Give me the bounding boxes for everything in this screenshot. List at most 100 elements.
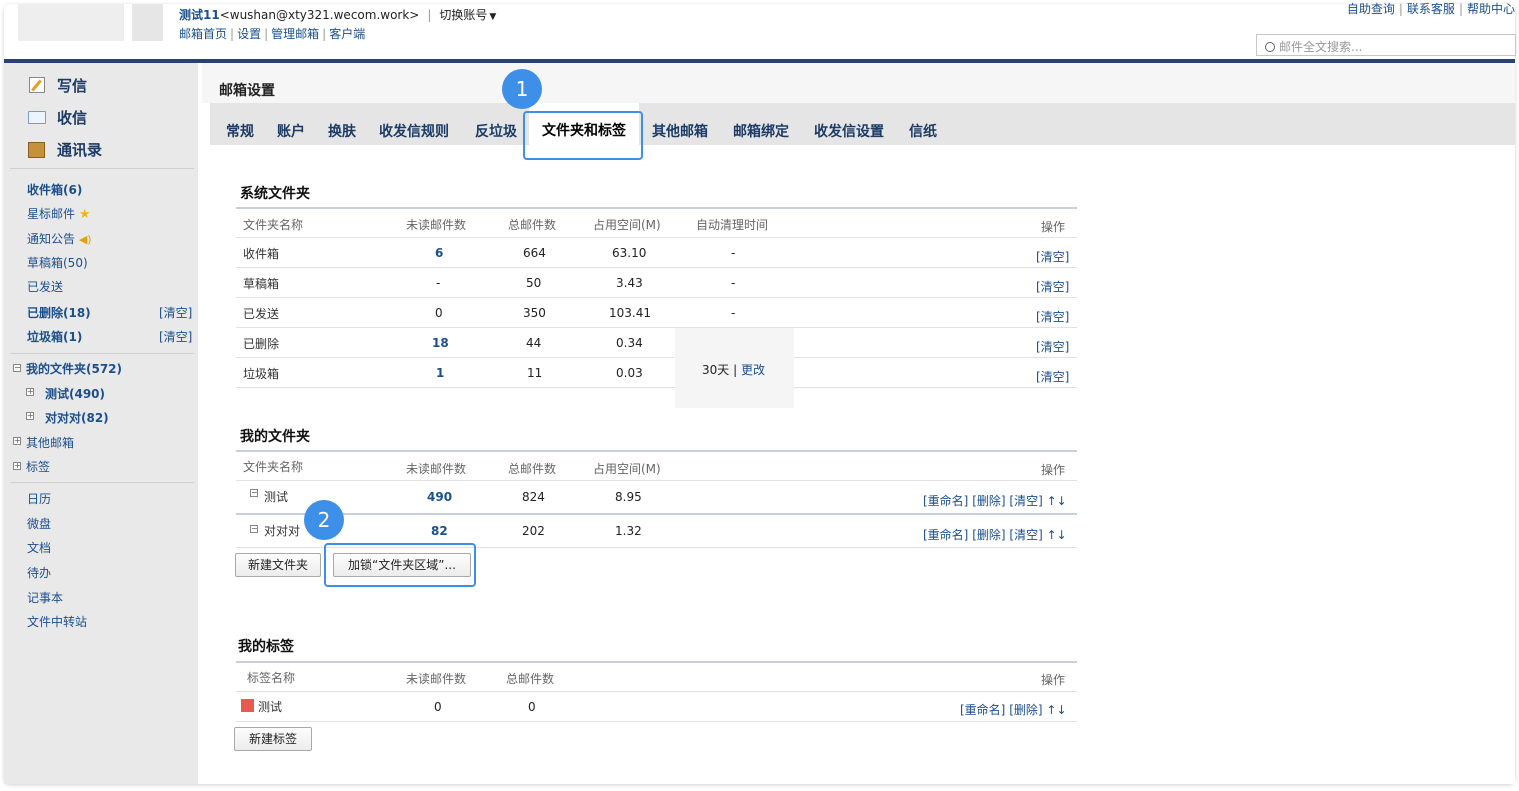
search-input[interactable]: 邮件全文搜索... — [1256, 34, 1516, 56]
clear-link[interactable]: [清空] — [1036, 278, 1069, 295]
expand-icon[interactable]: + — [26, 388, 34, 396]
tab-rules[interactable]: 收发信规则 — [379, 121, 449, 141]
clear-deleted-link[interactable]: [清空] — [159, 304, 192, 321]
sidebar-item-starred[interactable]: 星标邮件 ★ — [27, 205, 91, 222]
tab-mailbox-binding[interactable]: 邮箱绑定 — [733, 121, 789, 141]
rename-link[interactable]: [重命名] — [923, 528, 968, 542]
sidebar-item-tags[interactable]: 标签 — [26, 458, 50, 475]
row-divider — [236, 357, 675, 358]
sidebar-item-my-folders[interactable]: 我的文件夹(572) — [26, 360, 122, 377]
move-up-icon[interactable]: ↑ — [1046, 703, 1056, 717]
self-service-link[interactable]: 自助查询 — [1347, 2, 1395, 16]
col-tag-name: 标签名称 — [247, 671, 296, 685]
tab-skin[interactable]: 换肤 — [328, 121, 356, 141]
delete-link[interactable]: [删除] — [1009, 703, 1042, 717]
collapse-icon[interactable]: − — [250, 489, 258, 497]
user-name: 测试11 — [179, 8, 220, 22]
move-down-icon[interactable]: ↓ — [1056, 703, 1066, 717]
row-divider — [236, 237, 1077, 238]
delete-link[interactable]: [删除] — [972, 528, 1005, 542]
tab-other-mailbox[interactable]: 其他邮箱 — [652, 121, 708, 141]
speaker-icon: ◀) — [78, 233, 92, 246]
sidebar-item-drafts[interactable]: 草稿箱(50) — [27, 254, 88, 271]
new-tag-button[interactable]: 新建标签 — [234, 727, 312, 751]
separator: | — [427, 8, 432, 22]
clear-link[interactable]: [清空] — [1036, 308, 1069, 325]
delete-link[interactable]: [删除] — [972, 494, 1005, 508]
move-down-icon[interactable]: ↓ — [1057, 494, 1067, 508]
tab-stationery[interactable]: 信纸 — [909, 121, 937, 141]
company-logo-mark — [132, 4, 163, 41]
tab-antispam[interactable]: 反垃圾 — [475, 121, 517, 141]
unread-count: 1 — [436, 366, 445, 380]
callout-highlight-tab — [523, 111, 643, 160]
sidebar-item-calendar[interactable]: 日历 — [27, 490, 51, 507]
write-button[interactable]: 写信 — [57, 75, 87, 96]
expand-icon[interactable]: + — [26, 412, 34, 420]
receive-button[interactable]: 收信 — [57, 107, 87, 128]
sidebar-item-sent[interactable]: 已发送 — [27, 278, 63, 295]
collapse-icon[interactable]: − — [250, 525, 258, 533]
row-divider — [236, 297, 1077, 298]
total-count: 11 — [527, 366, 543, 380]
nav-client[interactable]: 客户端 — [329, 27, 365, 41]
sidebar-item-other-mailbox[interactable]: 其他邮箱 — [26, 434, 74, 451]
move-up-icon[interactable]: ↑ — [1047, 528, 1057, 542]
sidebar-item-file-transfer[interactable]: 文件中转站 — [27, 613, 87, 630]
settings-header — [202, 63, 1515, 103]
nav-admin[interactable]: 管理邮箱 — [271, 27, 319, 41]
sidebar-item-inbox[interactable]: 收件箱(6) — [27, 181, 82, 198]
size-value: 63.10 — [612, 246, 647, 260]
folder-actions: [重命名] [删除] [清空] ↑↓ — [923, 526, 1067, 543]
collapse-icon[interactable]: − — [13, 364, 21, 372]
sidebar-item-notes[interactable]: 记事本 — [27, 589, 63, 606]
folder-name: 收件箱 — [243, 247, 280, 261]
contacts-button[interactable]: 通讯录 — [57, 139, 102, 160]
sidebar-item-deleted[interactable]: 已删除(18) — [27, 304, 91, 321]
col-unread: 未读邮件数 — [406, 672, 467, 686]
sidebar-item-docs[interactable]: 文档 — [27, 539, 51, 556]
tab-send-receive[interactable]: 收发信设置 — [814, 121, 884, 141]
contact-support-link[interactable]: 联系客服 — [1407, 2, 1455, 16]
nav-mail-home[interactable]: 邮箱首页 — [179, 27, 227, 41]
help-center-link[interactable]: 帮助中心 — [1467, 2, 1515, 16]
divider — [10, 168, 194, 169]
move-down-icon[interactable]: ↓ — [1057, 528, 1067, 542]
folder-name: 已删除 — [243, 337, 280, 351]
auto-clean-setting: 30天 | 更改 — [702, 363, 765, 377]
change-auto-clean-link[interactable]: 更改 — [741, 363, 765, 377]
rename-link[interactable]: [重命名] — [923, 494, 968, 508]
row-divider — [236, 267, 1077, 268]
tab-general[interactable]: 常规 — [226, 121, 254, 141]
rename-link[interactable]: [重命名] — [960, 703, 1005, 717]
tag-actions: [重命名] [删除] ↑↓ — [960, 701, 1067, 718]
switch-account-link[interactable]: 切换账号 — [439, 8, 487, 22]
company-logo — [18, 4, 124, 41]
folder-name: 草稿箱 — [243, 277, 280, 291]
sidebar-item-notice[interactable]: 通知公告 ◀) — [27, 230, 92, 247]
sidebar-item-todo[interactable]: 待办 — [27, 564, 51, 581]
col-total: 总邮件数 — [506, 672, 555, 686]
sidebar-item-folder-ddd[interactable]: 对对对(82) — [45, 409, 109, 426]
sidebar-item-spam[interactable]: 垃圾箱(1) — [27, 328, 82, 345]
clear-link[interactable]: [清空] — [1009, 494, 1042, 508]
expand-icon[interactable]: + — [13, 462, 21, 470]
nav-settings[interactable]: 设置 — [237, 27, 261, 41]
chevron-down-icon[interactable]: ▼ — [489, 12, 496, 22]
unread-count: 0 — [435, 306, 443, 320]
clear-link[interactable]: [清空] — [1036, 248, 1069, 265]
sidebar-item-drive[interactable]: 微盘 — [27, 515, 51, 532]
row-divider — [236, 327, 1077, 328]
clear-spam-link[interactable]: [清空] — [159, 328, 192, 345]
new-folder-button[interactable]: 新建文件夹 — [235, 553, 321, 577]
tab-account[interactable]: 账户 — [277, 121, 305, 141]
clear-link[interactable]: [清空] — [1036, 368, 1069, 385]
sidebar-item-folder-test[interactable]: 测试(490) — [45, 385, 105, 402]
unread-count: 6 — [435, 246, 444, 260]
move-up-icon[interactable]: ↑ — [1047, 494, 1057, 508]
clear-link[interactable]: [清空] — [1009, 528, 1042, 542]
folder-name: 对对对 — [264, 524, 301, 538]
expand-icon[interactable]: + — [13, 437, 21, 445]
clear-link[interactable]: [清空] — [1036, 338, 1069, 355]
unread-count: 82 — [431, 524, 448, 538]
